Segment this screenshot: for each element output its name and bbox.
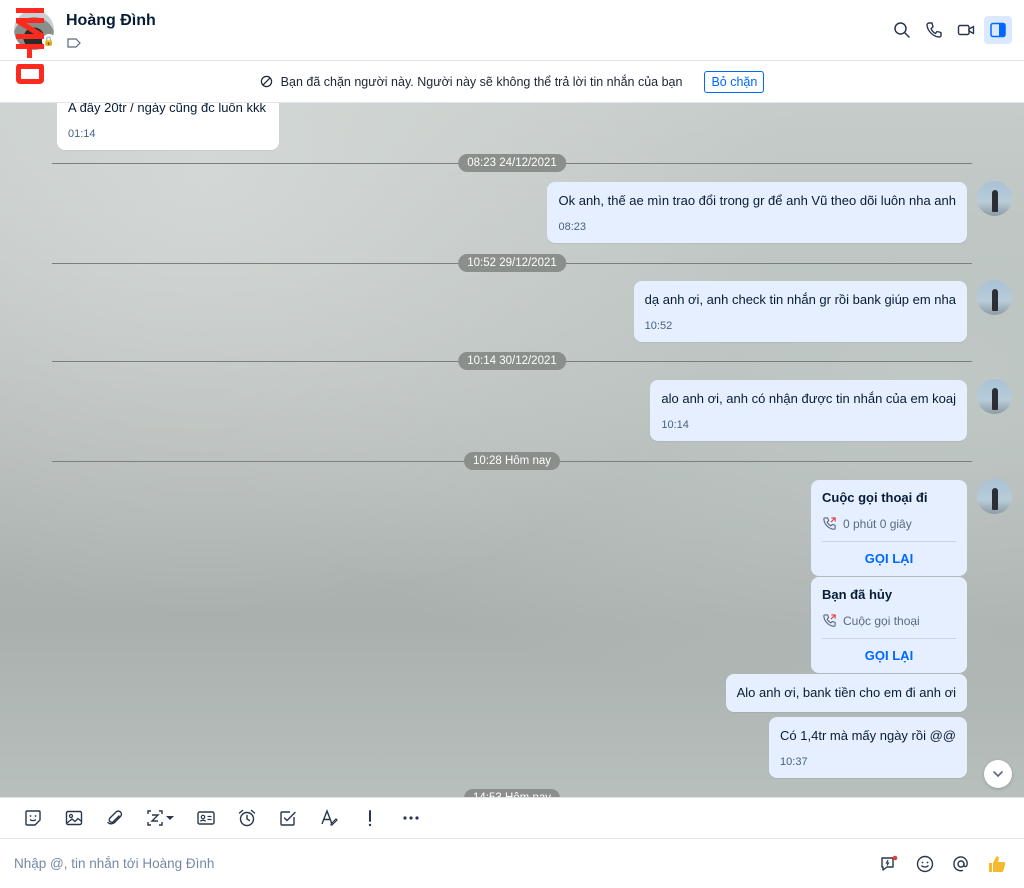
quick-reply-button[interactable] — [874, 849, 904, 879]
image-icon — [65, 810, 82, 826]
thumbs-up-icon — [989, 856, 1006, 872]
call-title: Bạn đã hủy — [822, 587, 893, 602]
like-button[interactable] — [982, 849, 1012, 879]
date-label: 10:28 Hôm nay — [464, 452, 560, 470]
unblock-button[interactable]: Bỏ chặn — [704, 70, 765, 93]
message-time: 08:23 — [558, 221, 587, 233]
message-bubble[interactable]: Ok anh, thế ae mìn trao đổi trong gr để … — [547, 182, 967, 243]
task-button[interactable] — [267, 802, 308, 834]
message-bubble[interactable]: alo anh ơi, anh có nhận được tin nhắn củ… — [650, 380, 967, 441]
date-label: 14:53 Hôm nay — [464, 789, 560, 797]
mention-button[interactable] — [946, 849, 976, 879]
message-text: Alo anh ơi, bank tiền cho em đi anh ơi — [736, 685, 956, 700]
composer-actions — [874, 849, 1012, 879]
message-input[interactable] — [0, 839, 860, 888]
paperclip-icon — [106, 810, 122, 825]
date-label: 10:52 29/12/2021 — [458, 254, 566, 272]
call-detail: Cuộc gọi thoại — [822, 613, 956, 628]
chevron-down-icon — [993, 771, 1003, 777]
contact-name[interactable]: Hoàng Đình — [66, 12, 156, 30]
reminder-button[interactable] — [226, 802, 267, 834]
phone-icon — [926, 22, 942, 38]
message-bubble[interactable]: A đây 20tr / ngày cũng đc luôn kkk 01:14 — [57, 103, 279, 150]
message-time: 10:37 — [780, 756, 808, 768]
call-log-card[interactable]: Cuộc gọi thoại đi 0 phút 0 giây GỌI LẠI — [811, 480, 967, 576]
my-avatar[interactable] — [977, 379, 1012, 414]
message-bubble[interactable]: dạ anh ơi, anh check tin nhắn gr rồi ban… — [633, 281, 967, 342]
message-bubble[interactable]: Alo anh ơi, bank tiền cho em đi anh ơi — [725, 674, 967, 712]
message-bubble[interactable]: Có 1,4tr mà mấy ngày rồi @@ 10:37 — [769, 717, 967, 778]
more-dots-icon — [402, 816, 419, 820]
call-detail: 0 phút 0 giây — [822, 516, 956, 531]
checkbox-task-icon — [279, 811, 296, 826]
my-avatar[interactable] — [977, 479, 1012, 514]
voice-call-button[interactable] — [920, 16, 948, 44]
contact-card-button[interactable] — [185, 802, 226, 834]
lock-icon: 🔒 — [42, 34, 56, 48]
sidebar-panel-icon — [990, 22, 1006, 38]
date-label: 10:14 30/12/2021 — [458, 352, 566, 370]
tag-icon[interactable] — [67, 38, 81, 48]
alarm-clock-icon — [238, 809, 255, 827]
at-sign-icon — [953, 856, 968, 872]
message-time: 10:52 — [644, 320, 673, 332]
attach-file-button[interactable] — [94, 802, 135, 834]
message-text: alo anh ơi, anh có nhận được tin nhắn củ… — [661, 391, 956, 406]
search-icon — [894, 22, 910, 38]
call-back-button[interactable]: GỌI LẠI — [822, 639, 956, 673]
message-time: 10:14 — [661, 419, 689, 431]
toggle-sidebar-button[interactable] — [984, 16, 1012, 44]
sticker-button[interactable] — [12, 802, 53, 834]
composer-toolbar — [0, 797, 1024, 839]
composer — [0, 839, 1024, 888]
emoji-button[interactable] — [910, 849, 940, 879]
video-call-button[interactable] — [952, 16, 980, 44]
outgoing-call-icon — [823, 614, 836, 627]
search-button[interactable] — [888, 16, 916, 44]
ban-icon — [260, 75, 272, 88]
image-button[interactable] — [53, 802, 94, 834]
sticker-icon — [24, 810, 41, 826]
emoji-icon — [916, 855, 934, 873]
scroll-to-bottom-button[interactable] — [984, 760, 1012, 788]
more-options-button[interactable] — [390, 802, 431, 834]
blocked-message: Bạn đã chặn người này. Người này sẽ khôn… — [280, 74, 683, 89]
my-avatar[interactable] — [977, 181, 1012, 216]
header-actions — [888, 16, 1012, 44]
call-back-button[interactable]: GỌI LẠI — [822, 542, 956, 576]
message-text: Ok anh, thế ae mìn trao đổi trong gr để … — [558, 193, 956, 208]
format-text-button[interactable] — [308, 802, 349, 834]
mark-urgent-button[interactable] — [349, 802, 390, 834]
call-duration: 0 phút 0 giây — [843, 516, 912, 531]
exclamation-icon — [368, 810, 371, 827]
call-title: Cuộc gọi thoại đi — [822, 490, 928, 505]
caret-down-icon — [166, 816, 174, 820]
date-label: 08:23 24/12/2021 — [458, 154, 566, 172]
message-text: A đây 20tr / ngày cũng đc luôn kkk — [68, 103, 267, 115]
message-text: Có 1,4tr mà mấy ngày rồi @@ — [780, 728, 956, 743]
screenshot-icon — [147, 810, 163, 826]
conversation-area[interactable]: A đây 20tr / ngày cũng đc luôn kkk 01:14… — [0, 103, 1024, 797]
chat-header: 🔒 Hoàng Đình — [0, 0, 1024, 61]
contact-avatar[interactable]: 🔒 — [14, 10, 56, 50]
video-icon — [957, 24, 975, 36]
text-format-icon — [320, 809, 338, 826]
message-text: dạ anh ơi, anh check tin nhắn gr rồi ban… — [644, 292, 956, 307]
call-type: Cuộc gọi thoại — [843, 613, 920, 628]
call-log-card[interactable]: Bạn đã hủy Cuộc gọi thoại GỌI LẠI — [811, 577, 967, 673]
blocked-banner: Bạn đã chặn người này. Người này sẽ khôn… — [0, 61, 1024, 103]
screenshot-button[interactable] — [135, 802, 185, 834]
quick-message-icon — [881, 855, 898, 871]
message-time: 01:14 — [68, 128, 96, 140]
my-avatar[interactable] — [977, 280, 1012, 315]
contact-card-icon — [196, 811, 215, 825]
outgoing-call-icon — [823, 517, 836, 530]
